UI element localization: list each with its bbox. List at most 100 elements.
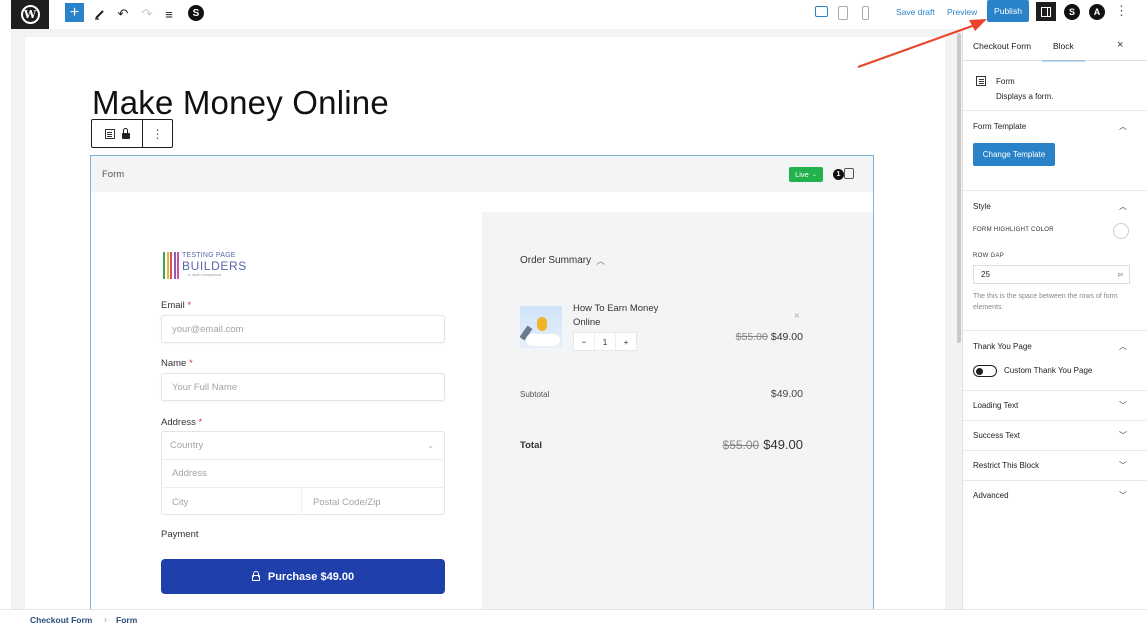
wordpress-logo-button[interactable]: W xyxy=(11,0,49,29)
remove-item-icon[interactable]: × xyxy=(794,311,800,322)
panel-thank-you-page: Thank You Page ︿ Custom Thank You Page xyxy=(963,331,1147,391)
add-block-button[interactable]: + xyxy=(65,3,84,22)
form-block-icon xyxy=(104,128,115,139)
subtotal-value: $49.00 xyxy=(770,388,803,400)
lock-icon xyxy=(121,127,130,139)
row-gap-input[interactable]: 25 px xyxy=(973,265,1130,284)
breadcrumb-form[interactable]: Form xyxy=(116,615,137,625)
address-field[interactable]: Address xyxy=(162,460,444,488)
panel-style-toggle[interactable]: Style ︿ xyxy=(963,191,1147,221)
breadcrumb-separator-icon: › xyxy=(104,615,107,624)
page-title[interactable]: Make Money Online xyxy=(92,84,389,122)
block-type-button[interactable] xyxy=(92,120,143,147)
logo-bars xyxy=(163,252,179,279)
save-draft-button[interactable]: Save draft xyxy=(896,7,935,17)
publish-button[interactable]: Publish xyxy=(987,0,1029,22)
close-icon[interactable]: × xyxy=(1117,39,1123,51)
panel-success-text[interactable]: Success Text ﹀ xyxy=(963,421,1147,451)
panel-thank-you-toggle[interactable]: Thank You Page ︿ xyxy=(963,331,1147,361)
order-summary-panel: Order Summary ︿ How To Earn Money Online… xyxy=(482,212,873,611)
city-field[interactable]: City xyxy=(162,488,302,516)
chevron-down-icon: ⌄ xyxy=(427,441,434,450)
chevron-down-icon: ﹀ xyxy=(1119,461,1127,470)
plugin-a-button[interactable]: A xyxy=(1089,4,1105,20)
scrollbar-thumb[interactable] xyxy=(957,33,961,343)
tools-pencil-icon[interactable] xyxy=(92,4,108,24)
chevron-down-icon: ﹀ xyxy=(1119,431,1127,440)
cart-icon[interactable] xyxy=(844,168,854,179)
highlight-color-picker[interactable] xyxy=(1113,223,1129,239)
total-label: Total xyxy=(520,440,542,451)
total-sale-price: $49.00 xyxy=(763,437,803,452)
preview-button[interactable]: Preview xyxy=(947,7,977,17)
chevron-down-icon: ﹀ xyxy=(1119,491,1127,500)
redo-icon[interactable]: ↷ xyxy=(139,4,155,24)
form-block[interactable]: Form Live ⌄ 1 TESTING PAGE BUILDERS in d… xyxy=(90,155,874,611)
purchase-button[interactable]: Purchase $49.00 xyxy=(161,559,445,594)
quantity-increase-button[interactable]: + xyxy=(616,333,636,350)
plugin-s-button[interactable]: S xyxy=(1064,4,1080,20)
breadcrumb-checkout-form[interactable]: Checkout Form xyxy=(30,615,92,625)
block-breadcrumb: Checkout Form › Form xyxy=(0,609,1147,629)
sidebar-icon xyxy=(1041,6,1051,17)
tab-block[interactable]: Block xyxy=(1042,41,1085,62)
email-field[interactable]: your@email.com xyxy=(161,315,445,343)
tablet-preview-icon[interactable] xyxy=(838,6,848,20)
chevron-up-icon: ︿ xyxy=(1119,341,1127,351)
logo-bar xyxy=(166,252,169,279)
block-toolbar: ⋮ xyxy=(91,119,173,148)
undo-icon[interactable]: ↶ xyxy=(115,4,131,24)
logo-line-2: BUILDERS xyxy=(182,259,247,273)
quantity-value[interactable]: 1 xyxy=(594,333,616,350)
custom-thank-you-label: Custom Thank You Page xyxy=(1004,366,1093,375)
purchase-button-label: Purchase $49.00 xyxy=(267,570,355,583)
row-gap-label: ROW GAP xyxy=(973,253,1005,259)
chevron-up-icon: ︿ xyxy=(1119,201,1127,211)
live-status-label: Live xyxy=(795,170,809,179)
panel-advanced[interactable]: Advanced ﹀ xyxy=(963,481,1147,510)
mobile-preview-icon[interactable] xyxy=(862,6,869,20)
chevron-up-icon: ︿ xyxy=(596,256,606,266)
panel-form-template: Form Template ︿ Change Template xyxy=(963,111,1147,191)
subtotal-label: Subtotal xyxy=(520,390,550,399)
tab-checkout-form[interactable]: Checkout Form xyxy=(973,41,1031,51)
country-select[interactable]: Country ⌄ xyxy=(162,432,444,460)
form-block-label: Form xyxy=(102,168,125,180)
order-summary-toggle[interactable]: Order Summary ︿ xyxy=(520,254,605,267)
change-template-button[interactable]: Change Template xyxy=(973,143,1055,166)
settings-sidebar: Checkout Form Block × Form Displays a fo… xyxy=(962,29,1147,609)
postal-code-field[interactable]: Postal Code/Zip xyxy=(302,497,444,508)
form-block-icon xyxy=(976,76,986,86)
custom-thank-you-toggle[interactable] xyxy=(973,365,997,377)
sidebar-tabs: Checkout Form Block × xyxy=(963,29,1147,62)
row-gap-unit[interactable]: px xyxy=(1118,272,1123,278)
block-options-button[interactable]: ⋮ xyxy=(143,120,172,147)
panel-loading-text[interactable]: Loading Text ﹀ xyxy=(963,391,1147,421)
plugin-s-icon[interactable]: S xyxy=(188,5,204,21)
logo-line-1: TESTING PAGE xyxy=(182,252,236,259)
list-view-icon[interactable]: ≡ xyxy=(161,4,177,24)
settings-sidebar-toggle[interactable] xyxy=(1036,2,1056,21)
block-description: Displays a form. xyxy=(996,92,1054,101)
name-label: Name * xyxy=(161,358,193,369)
name-field[interactable]: Your Full Name xyxy=(161,373,445,401)
logo-bar xyxy=(163,252,165,279)
block-card: Form Displays a form. xyxy=(963,61,1147,111)
chevron-down-icon: ⌄ xyxy=(811,172,817,178)
address-group: Country ⌄ Address City Postal Code/Zip xyxy=(161,431,445,516)
options-menu-icon[interactable]: ⋮ xyxy=(1115,3,1128,19)
panel-form-template-toggle[interactable]: Form Template ︿ xyxy=(963,111,1147,141)
product-image xyxy=(520,306,562,348)
panel-restrict-block[interactable]: Restrict This Block ﹀ xyxy=(963,451,1147,481)
address-label: Address * xyxy=(161,417,203,428)
email-label: Email * xyxy=(161,300,192,311)
quantity-decrease-button[interactable]: − xyxy=(574,333,594,350)
live-status-dropdown[interactable]: Live ⌄ xyxy=(789,167,823,182)
item-sale-price: $49.00 xyxy=(770,331,803,343)
form-block-header: Form Live ⌄ 1 xyxy=(91,156,873,192)
logo-bar xyxy=(173,252,176,279)
desktop-preview-icon[interactable] xyxy=(815,6,828,17)
wordpress-icon: W xyxy=(20,5,40,24)
row-gap-help: The this is the space between the rows o… xyxy=(973,293,1118,311)
item-price: $55.00 $49.00 xyxy=(736,331,803,343)
